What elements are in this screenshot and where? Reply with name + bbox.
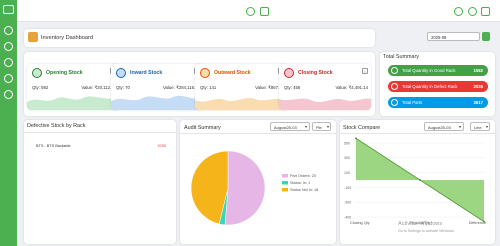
orders-nav-icon[interactable] bbox=[4, 58, 13, 67]
title-divider bbox=[180, 133, 336, 134]
notification-icon[interactable] bbox=[454, 7, 463, 16]
x-tick-label-0: Closing Qty bbox=[350, 221, 370, 225]
power-icon[interactable] bbox=[481, 7, 490, 16]
stat-card-inward[interactable]: Inward Stock i Qty: 70 Value: ₹284,116.1… bbox=[111, 64, 203, 110]
logo-icon bbox=[3, 5, 14, 14]
opening-stock-icon bbox=[32, 68, 42, 78]
chevron-down-icon: ▾ bbox=[458, 124, 461, 129]
outward-stock-sparkline bbox=[195, 97, 287, 110]
y-tick-label-1: 300 bbox=[344, 156, 350, 160]
closing-stock-icon bbox=[284, 68, 294, 78]
summary-defect-rack: Total Quantity in Defect Rack 2035 bbox=[388, 81, 488, 92]
date-picker: 2025-08 bbox=[423, 29, 492, 47]
y-tick-label-0: 500 bbox=[344, 141, 350, 145]
summary-title: Total Summary bbox=[383, 54, 419, 60]
audit-month-select[interactable]: August25-03 ▾ bbox=[270, 122, 310, 131]
watermark-line-2: Go to Settings to activate Windows. bbox=[398, 229, 455, 233]
y-tick-label-3: -100 bbox=[344, 186, 351, 190]
warning-icon bbox=[391, 83, 398, 90]
top-bar bbox=[17, 0, 500, 22]
watermark-line-1: Activate Windows bbox=[398, 221, 443, 227]
dashboard-nav-icon[interactable] bbox=[4, 26, 13, 35]
page-title: Inventory Dashboard bbox=[41, 35, 93, 41]
grid-icon[interactable] bbox=[260, 7, 269, 16]
dashboard-header: Inventory Dashboard bbox=[24, 29, 375, 47]
stat-card-opening[interactable]: Opening Stock i Qty: 592 Value: ₹20,112.… bbox=[27, 64, 119, 110]
table-row[interactable]: BTS - BTS Backside 2035 bbox=[34, 144, 166, 151]
inward-stock-icon bbox=[116, 68, 126, 78]
opening-stock-sparkline bbox=[27, 96, 119, 110]
closing-stock-sparkline bbox=[279, 98, 371, 110]
legend-swatch-2 bbox=[282, 188, 288, 192]
pie-slice-0[interactable] bbox=[224, 150, 266, 226]
x-tick-label-2: Difference bbox=[469, 221, 486, 225]
legend-swatch-0 bbox=[282, 174, 288, 178]
legend-swatch-1 bbox=[282, 181, 288, 185]
audit-summary-panel: Audit Summary August25-03 ▾ Pie ▾ Part O… bbox=[180, 120, 336, 244]
data-point-0[interactable] bbox=[355, 137, 357, 140]
y-tick-label-2: 100 bbox=[344, 171, 350, 175]
y-tick-label-5: -400 bbox=[344, 215, 351, 219]
legend-label-0: Part Orders: 20 bbox=[290, 174, 316, 178]
settings-nav-icon[interactable] bbox=[4, 90, 13, 99]
month-input[interactable]: 2025-08 bbox=[427, 32, 480, 41]
inventory-nav-icon[interactable] bbox=[4, 42, 13, 51]
audit-pie-chart: Part Orders: 20 Status: In: 1 Status Not I… bbox=[190, 150, 318, 226]
check-icon bbox=[391, 67, 398, 74]
chevron-down-icon: ▾ bbox=[304, 124, 307, 129]
summary-total-parts: Total Parts 3617 bbox=[388, 97, 488, 108]
calendar-button[interactable] bbox=[482, 32, 490, 41]
dashboard-icon bbox=[28, 32, 38, 42]
compare-chart-type-select[interactable]: Line ▾ bbox=[470, 122, 490, 131]
stat-card-closing[interactable]: Closing Stock i Qty: 456 Value: ₹4,491.1… bbox=[279, 64, 371, 110]
title-divider bbox=[24, 132, 176, 133]
home-icon[interactable] bbox=[246, 7, 255, 16]
legend-label-1: Status: In: 1 bbox=[290, 181, 310, 185]
legend-label-2: Status Not In: 18 bbox=[290, 188, 318, 192]
chevron-down-icon: ▾ bbox=[485, 124, 488, 129]
user-icon[interactable] bbox=[468, 7, 477, 16]
compare-title: Stock Compare bbox=[343, 125, 381, 131]
info-icon[interactable]: i bbox=[362, 68, 368, 74]
defective-stock-panel: Defective Stock by Rack BTS - BTS Backsi… bbox=[24, 120, 176, 244]
summary-good-rack: Total Quantity in Good Rack 1582 bbox=[388, 65, 488, 76]
data-point-1[interactable] bbox=[419, 179, 421, 181]
compare-month-select[interactable]: August25-03 ▾ bbox=[424, 122, 464, 131]
inward-stock-sparkline bbox=[111, 95, 203, 110]
y-tick-label-4: -300 bbox=[344, 201, 351, 205]
chevron-down-icon: ▾ bbox=[326, 124, 329, 129]
audit-chart-type-select[interactable]: Pie ▾ bbox=[312, 122, 331, 131]
outward-stock-icon bbox=[200, 68, 210, 78]
box-icon bbox=[391, 99, 398, 106]
stat-card-outward[interactable]: Outward Stock i Qty: 141 Value: ₹867.67 bbox=[195, 64, 287, 110]
audit-title: Audit Summary bbox=[184, 125, 221, 131]
title-divider bbox=[340, 133, 495, 134]
defective-title: Defective Stock by Rack bbox=[27, 123, 86, 129]
sidebar bbox=[0, 0, 17, 246]
reports-nav-icon[interactable] bbox=[4, 74, 13, 83]
